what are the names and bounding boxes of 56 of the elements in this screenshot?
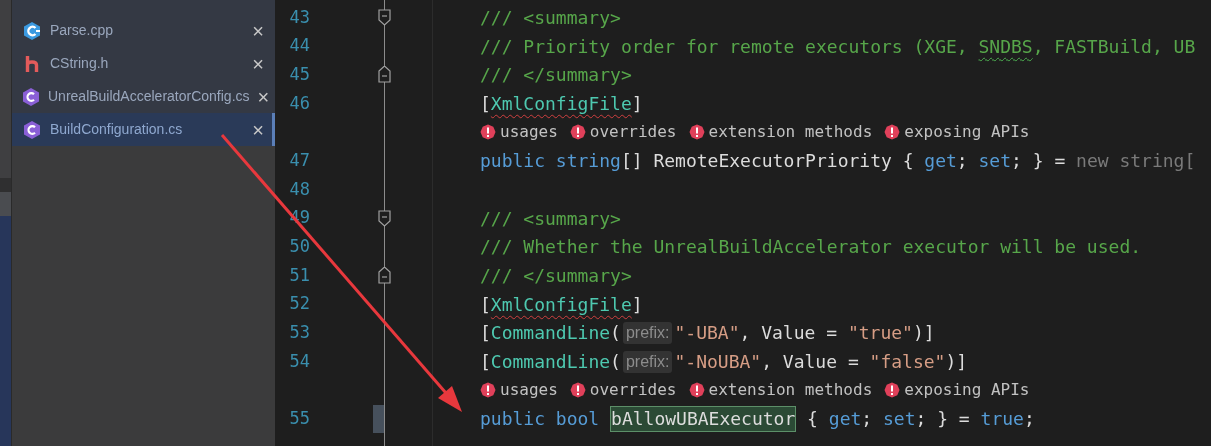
code-vision-link[interactable]: usages — [480, 378, 558, 403]
file-tab[interactable]: BuildConfiguration.cs × — [12, 113, 275, 146]
line-number: 50 — [289, 235, 310, 259]
code-line: public string[] RemoteExecutorPriority { get; set; } = new string[ — [480, 149, 1196, 174]
code-line: /// <summary> — [480, 5, 621, 30]
code-vision-link[interactable]: exposing APIs — [884, 378, 1030, 403]
line-number: 54 — [289, 349, 310, 373]
line-number: 52 — [289, 292, 310, 316]
error-icon — [688, 124, 705, 141]
csharp-file-icon — [23, 119, 41, 140]
code-line: [XmlConfigFile] — [480, 91, 643, 116]
fold-icon[interactable] — [378, 8, 391, 26]
line-number: 46 — [289, 91, 310, 115]
code-line: public bool bAllowUBAExecutor { get; set; } = true; — [480, 405, 1035, 433]
code-line: [CommandLine( prefix: "-NoUBA", Value = "false")] — [480, 349, 968, 375]
code-vision-link[interactable]: overrides — [569, 378, 677, 403]
code-line: /// </summary> — [480, 264, 632, 289]
code-vision-link[interactable]: exposing APIs — [884, 120, 1030, 145]
file-tab[interactable]: Parse.cpp × — [12, 14, 275, 47]
error-icon — [688, 382, 705, 399]
code-line: [CommandLine( prefix: "-UBA", Value = "true")] — [480, 320, 935, 346]
code-line: /// Whether the UnrealBuildAccelerator executor will be used. — [480, 235, 1142, 260]
cpp-file-icon — [23, 20, 41, 41]
line-number: 47 — [289, 149, 310, 173]
error-icon — [569, 382, 586, 399]
line-number: 53 — [289, 321, 310, 345]
code-line: /// </summary> — [480, 63, 632, 88]
error-icon — [884, 124, 901, 141]
fold-icon[interactable] — [378, 66, 391, 84]
file-tab[interactable]: CString.h × — [12, 47, 275, 80]
fold-icon[interactable] — [378, 209, 391, 227]
csharp-file-icon — [22, 86, 40, 107]
code-vision-link[interactable]: extension methods — [688, 378, 873, 403]
close-button[interactable]: × — [252, 119, 264, 140]
line-number: 51 — [289, 263, 310, 287]
error-icon — [480, 124, 496, 141]
file-tab[interactable]: UnrealBuildAcceleratorConfig.cs × — [12, 80, 275, 113]
line-number: 45 — [289, 62, 310, 86]
line-number: 48 — [289, 177, 310, 201]
line-number: 55 — [289, 407, 310, 431]
code-vision-link[interactable]: overrides — [569, 120, 677, 145]
error-icon — [480, 382, 496, 399]
error-icon — [569, 124, 586, 141]
line-number: 43 — [289, 5, 310, 29]
close-button[interactable]: × — [252, 20, 264, 41]
code-line: /// <summary> — [480, 206, 621, 231]
code-vision-link[interactable]: usages — [480, 120, 558, 145]
code-line: /// Priority order for remote executors (XGE, SNDBS, FASTBuild, UB — [480, 34, 1196, 59]
header-file-icon — [25, 54, 39, 73]
close-button[interactable]: × — [252, 53, 264, 74]
close-button[interactable]: × — [257, 86, 270, 107]
error-icon — [884, 382, 901, 399]
code-vision-link[interactable]: extension methods — [688, 120, 873, 145]
fold-icon[interactable] — [378, 267, 391, 285]
code-line: [XmlConfigFile] — [480, 292, 643, 317]
line-number: 44 — [289, 34, 310, 58]
